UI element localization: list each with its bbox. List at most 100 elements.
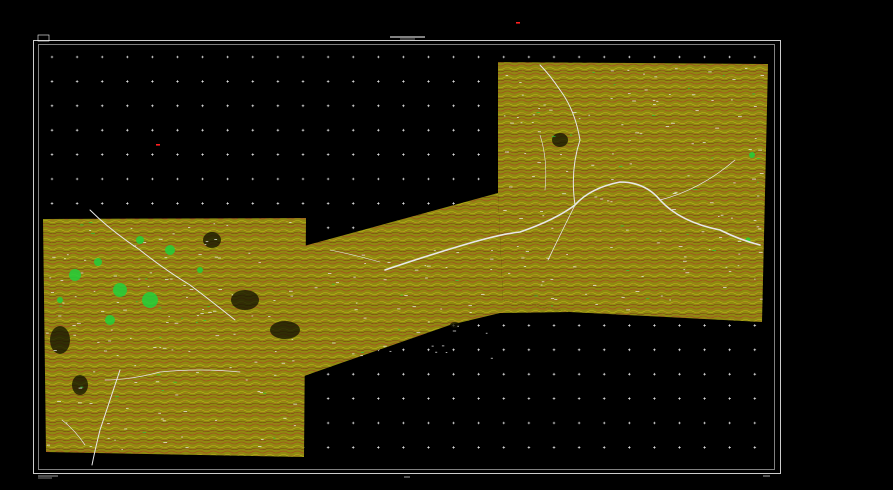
grid-cross-icon <box>477 104 480 108</box>
grid-cross-icon <box>151 55 154 59</box>
grid-cross-icon <box>276 104 280 108</box>
grid-cross-icon <box>602 421 606 425</box>
drawing-canvas[interactable] <box>0 0 893 490</box>
grid-cross-icon <box>577 372 581 376</box>
grid-cross-icon <box>753 55 757 59</box>
grid-cross-icon <box>402 446 405 449</box>
grid-cross-icon <box>452 153 455 156</box>
grid-cross-icon <box>326 397 330 400</box>
grid-cross-icon <box>326 177 330 181</box>
grid-cross-icon <box>50 202 54 205</box>
grid-cross-icon <box>427 55 430 59</box>
grid-cross-icon <box>402 128 405 132</box>
grid-cross-icon <box>703 324 706 327</box>
grid-cross-icon <box>402 372 405 376</box>
grid-cross-icon <box>126 128 129 132</box>
grid-cross-icon <box>477 55 480 59</box>
cad-viewport[interactable] <box>0 0 893 490</box>
grid-cross-icon <box>628 421 631 425</box>
grid-cross-icon <box>50 177 54 181</box>
grid-cross-icon <box>728 421 731 425</box>
grid-cross-icon <box>377 55 380 59</box>
grid-cross-icon <box>326 104 330 108</box>
grid-cross-icon <box>201 128 204 132</box>
grid-cross-icon <box>251 80 255 83</box>
grid-cross-icon <box>75 202 79 205</box>
grid-cross-icon <box>326 226 330 230</box>
grid-cross-icon <box>50 128 54 132</box>
grid-cross-icon <box>301 55 305 59</box>
grid-cross-icon <box>226 55 229 59</box>
grid-cross-icon <box>251 128 255 132</box>
grid-cross-icon <box>477 324 480 327</box>
grid-cross-icon <box>351 104 355 108</box>
grid-cross-icon <box>176 153 179 156</box>
grid-cross-icon <box>502 372 506 376</box>
grid-cross-icon <box>452 397 455 400</box>
grid-cross-icon <box>126 104 129 108</box>
grid-cross-icon <box>276 128 280 132</box>
grid-cross-icon <box>151 128 154 132</box>
grid-cross-icon <box>276 153 280 156</box>
grid-cross-icon <box>678 397 681 400</box>
grid-cross-icon <box>326 421 330 425</box>
grid-cross-icon <box>351 177 355 181</box>
grid-cross-icon <box>703 397 706 400</box>
grid-cross-icon <box>75 80 79 83</box>
grid-cross-icon <box>477 446 480 449</box>
red-dash-marker <box>156 144 160 146</box>
grid-cross-icon <box>351 202 355 205</box>
grid-cross-icon <box>100 55 104 59</box>
grid-cross-icon <box>552 446 556 449</box>
grid-cross-icon <box>176 177 179 181</box>
grid-cross-icon <box>301 104 305 108</box>
grid-cross-icon <box>100 128 104 132</box>
grid-cross-icon <box>226 128 229 132</box>
grid-cross-icon <box>728 372 731 376</box>
grid-cross-icon <box>527 324 531 327</box>
grid-cross-icon <box>452 372 455 376</box>
grid-cross-icon <box>402 80 405 83</box>
grid-cross-icon <box>728 55 731 59</box>
grid-cross-icon <box>151 177 154 181</box>
grid-cross-icon <box>351 55 355 59</box>
grid-cross-icon <box>100 104 104 108</box>
grid-cross-icon <box>351 446 355 449</box>
grid-cross-icon <box>402 348 405 352</box>
grid-cross-icon <box>728 348 731 352</box>
grid-cross-icon <box>151 80 154 83</box>
grid-cross-icon <box>126 177 129 181</box>
grid-cross-icon <box>653 421 656 425</box>
grid-cross-icon <box>251 153 255 156</box>
grid-cross-icon <box>326 446 330 449</box>
grid-cross-icon <box>452 177 455 181</box>
grid-cross-icon <box>201 153 204 156</box>
grid-cross-icon <box>703 348 706 352</box>
grid-cross-icon <box>427 153 430 156</box>
grid-cross-icon <box>276 55 280 59</box>
grid-cross-icon <box>477 128 480 132</box>
grid-cross-icon <box>301 202 305 205</box>
grid-cross-icon <box>628 348 631 352</box>
grid-cross-icon <box>452 348 455 352</box>
grid-cross-icon <box>326 55 330 59</box>
grid-cross-icon <box>703 446 706 449</box>
grid-cross-icon <box>276 202 280 205</box>
grid-cross-icon <box>753 324 757 327</box>
grid-cross-icon <box>527 372 531 376</box>
grid-cross-icon <box>402 397 405 400</box>
grid-cross-icon <box>402 177 405 181</box>
grid-cross-icon <box>351 226 355 230</box>
grid-cross-icon <box>176 80 179 83</box>
grid-cross-icon <box>577 55 581 59</box>
grid-cross-icon <box>602 348 606 352</box>
grid-cross-icon <box>628 324 631 327</box>
grid-cross-icon <box>75 153 79 156</box>
grid-cross-icon <box>50 80 54 83</box>
grid-cross-icon <box>577 446 581 449</box>
grid-cross-icon <box>628 55 631 59</box>
grid-cross-icon <box>728 446 731 449</box>
grid-cross-icon <box>753 372 757 376</box>
grid-cross-icon <box>552 324 556 327</box>
grid-cross-icon <box>602 446 606 449</box>
